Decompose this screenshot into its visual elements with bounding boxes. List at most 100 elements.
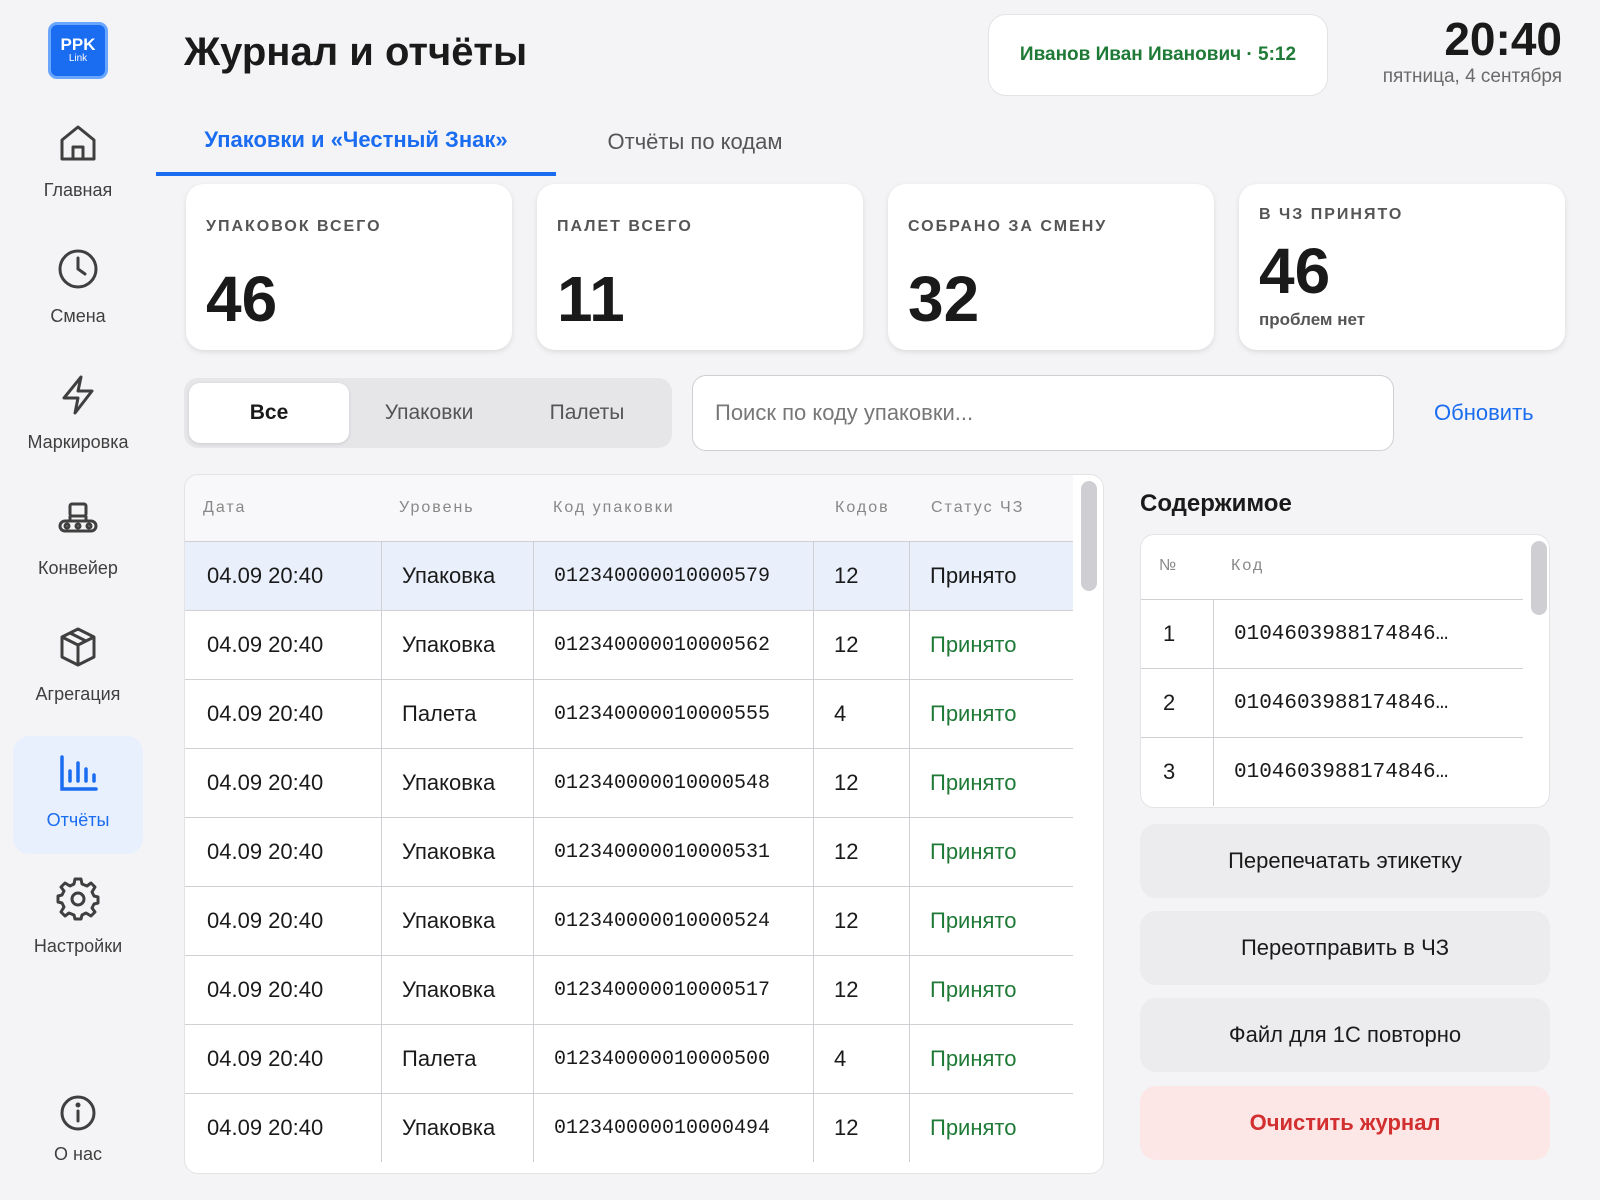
- clear-journal-button[interactable]: Очистить журнал: [1140, 1086, 1550, 1160]
- info-icon: [55, 1094, 101, 1132]
- stat-label: В ЧЗ ПРИНЯТО: [1259, 206, 1404, 223]
- table-row[interactable]: 04.09 20:40 Упаковка 012340000010000548 12 П…: [185, 748, 1073, 817]
- cell-date: 04.09 20:40: [207, 977, 324, 1002]
- cell-level: Палета: [381, 680, 533, 748]
- table-header: Дата Уровень Код упаковки Кодов Статус Ч…: [185, 475, 1073, 541]
- cell-code: 012340000010000524: [533, 887, 813, 955]
- cell-code: 0104603988174846…: [1213, 738, 1523, 806]
- stat-label: ПАЛЕТ ВСЕГО: [557, 218, 693, 235]
- clock-date: пятница, 4 сентября: [1382, 66, 1562, 87]
- cell-code: 012340000010000562: [533, 611, 813, 679]
- column-header: Кодов: [835, 499, 890, 516]
- lightning-icon: [55, 372, 101, 418]
- table-scrollbar[interactable]: [1081, 481, 1097, 591]
- cell-code: 012340000010000500: [533, 1025, 813, 1093]
- stat-card-packages: УПАКОВОК ВСЕГО 46: [186, 184, 512, 350]
- resend-1c-file-button[interactable]: Файл для 1С повторно: [1140, 998, 1550, 1072]
- tab-packages-cz[interactable]: Упаковки и «Честный Знак»: [156, 108, 556, 176]
- table-row[interactable]: 04.09 20:40 Упаковка 012340000010000579 12 П…: [185, 541, 1073, 610]
- contents-row[interactable]: 3 0104603988174846…: [1141, 737, 1523, 806]
- column-header: Код: [1231, 557, 1265, 574]
- journal-table: Дата Уровень Код упаковки Кодов Статус Ч…: [184, 474, 1104, 1174]
- cell-count: 12: [813, 956, 909, 1024]
- cell-status: Принято: [909, 542, 1073, 610]
- sidebar-item-label: Маркировка: [27, 432, 129, 452]
- resend-cz-button[interactable]: Переотправить в ЧЗ: [1140, 911, 1550, 985]
- sidebar: PPK Link Главная Смена Маркировка Конвей…: [0, 0, 156, 1200]
- table-row[interactable]: 04.09 20:40 Упаковка 012340000010000531 12 П…: [185, 817, 1073, 886]
- cell-count: 12: [813, 542, 909, 610]
- cell-date: 04.09 20:40: [207, 1046, 324, 1071]
- cell-date: 04.09 20:40: [207, 908, 324, 933]
- table-row[interactable]: 04.09 20:40 Упаковка 012340000010000494 12 П…: [185, 1093, 1073, 1162]
- cell-level: Упаковка: [381, 1094, 533, 1162]
- contents-scrollbar[interactable]: [1531, 541, 1547, 615]
- clock-icon: [55, 246, 101, 292]
- table-row[interactable]: 04.09 20:40 Упаковка 012340000010000562 12 П…: [185, 610, 1073, 679]
- cell-count: 12: [813, 611, 909, 679]
- column-header: Код упаковки: [553, 499, 675, 516]
- filter-pallets[interactable]: Палеты: [507, 383, 667, 443]
- sidebar-item-about[interactable]: О нас: [13, 1080, 143, 1184]
- cell-level: Упаковка: [381, 611, 533, 679]
- cell-date: 04.09 20:40: [207, 1115, 324, 1140]
- sidebar-item-aggregation[interactable]: Агрегация: [13, 610, 143, 728]
- sidebar-item-conveyor[interactable]: Конвейер: [13, 484, 143, 602]
- table-row[interactable]: 04.09 20:40 Упаковка 012340000010000517 12 П…: [185, 955, 1073, 1024]
- logo-line1: PPK: [60, 35, 96, 54]
- refresh-button[interactable]: Обновить: [1420, 388, 1570, 438]
- sidebar-item-home[interactable]: Главная: [13, 106, 143, 224]
- search-input[interactable]: [692, 375, 1394, 451]
- sidebar-item-shift[interactable]: Смена: [13, 232, 143, 350]
- cell-code: 0104603988174846…: [1213, 600, 1523, 668]
- filter-packages[interactable]: Упаковки: [349, 383, 509, 443]
- cell-date: 04.09 20:40: [207, 839, 324, 864]
- gear-icon: [55, 876, 101, 922]
- bar-chart-icon: [55, 750, 101, 796]
- table-row[interactable]: 04.09 20:40 Палета 012340000010000555 4 Прин…: [185, 679, 1073, 748]
- contents-row[interactable]: 2 0104603988174846…: [1141, 668, 1523, 737]
- stat-value: 46: [1259, 235, 1331, 307]
- cell-level: Упаковка: [381, 887, 533, 955]
- cell-code: 012340000010000494: [533, 1094, 813, 1162]
- table-row[interactable]: 04.09 20:40 Палета 012340000010000500 4 Прин…: [185, 1024, 1073, 1093]
- column-header: Уровень: [399, 499, 475, 516]
- sidebar-item-label: Отчёты: [46, 810, 110, 830]
- cell-count: 12: [813, 749, 909, 817]
- user-session-badge[interactable]: Иванов Иван Иванович · 5:12: [988, 14, 1328, 96]
- conveyor-icon: [55, 498, 101, 544]
- cell-status: Принято: [909, 749, 1073, 817]
- cell-number: 1: [1163, 621, 1176, 646]
- sidebar-item-marking[interactable]: Маркировка: [13, 358, 143, 476]
- cell-code: 0104603988174846…: [1213, 669, 1523, 737]
- column-header: №: [1159, 557, 1179, 574]
- cell-status: Принято: [909, 1025, 1073, 1093]
- sidebar-item-reports[interactable]: Отчёты: [13, 736, 143, 854]
- cell-date: 04.09 20:40: [207, 770, 324, 795]
- cell-code: 012340000010000531: [533, 818, 813, 886]
- filter-all[interactable]: Все: [189, 383, 349, 443]
- cell-count: 12: [813, 887, 909, 955]
- stat-card-shift: СОБРАНО ЗА СМЕНУ 32: [888, 184, 1214, 350]
- cell-status: Принято: [909, 887, 1073, 955]
- cell-count: 12: [813, 1094, 909, 1162]
- sidebar-item-settings[interactable]: Настройки: [13, 862, 143, 980]
- app-logo: PPK Link: [48, 22, 108, 79]
- sidebar-item-label: О нас: [54, 1144, 102, 1164]
- tab-code-reports[interactable]: Отчёты по кодам: [580, 108, 810, 176]
- cell-code: 012340000010000579: [533, 542, 813, 610]
- cell-count: 4: [813, 680, 909, 748]
- cell-level: Упаковка: [381, 956, 533, 1024]
- cell-status: Принято: [909, 818, 1073, 886]
- stat-value: 11: [557, 263, 625, 335]
- column-header: Дата: [203, 499, 247, 516]
- stat-sub: проблем нет: [1259, 310, 1366, 329]
- stat-card-cz-accepted: В ЧЗ ПРИНЯТО 46 проблем нет: [1239, 184, 1565, 350]
- box-icon: [55, 624, 101, 670]
- cell-number: 2: [1163, 690, 1176, 715]
- clock-time: 20:40: [1444, 13, 1562, 65]
- reprint-label-button[interactable]: Перепечатать этикетку: [1140, 824, 1550, 898]
- cell-code: 012340000010000517: [533, 956, 813, 1024]
- table-row[interactable]: 04.09 20:40 Упаковка 012340000010000524 12 П…: [185, 886, 1073, 955]
- contents-row[interactable]: 1 0104603988174846…: [1141, 599, 1523, 668]
